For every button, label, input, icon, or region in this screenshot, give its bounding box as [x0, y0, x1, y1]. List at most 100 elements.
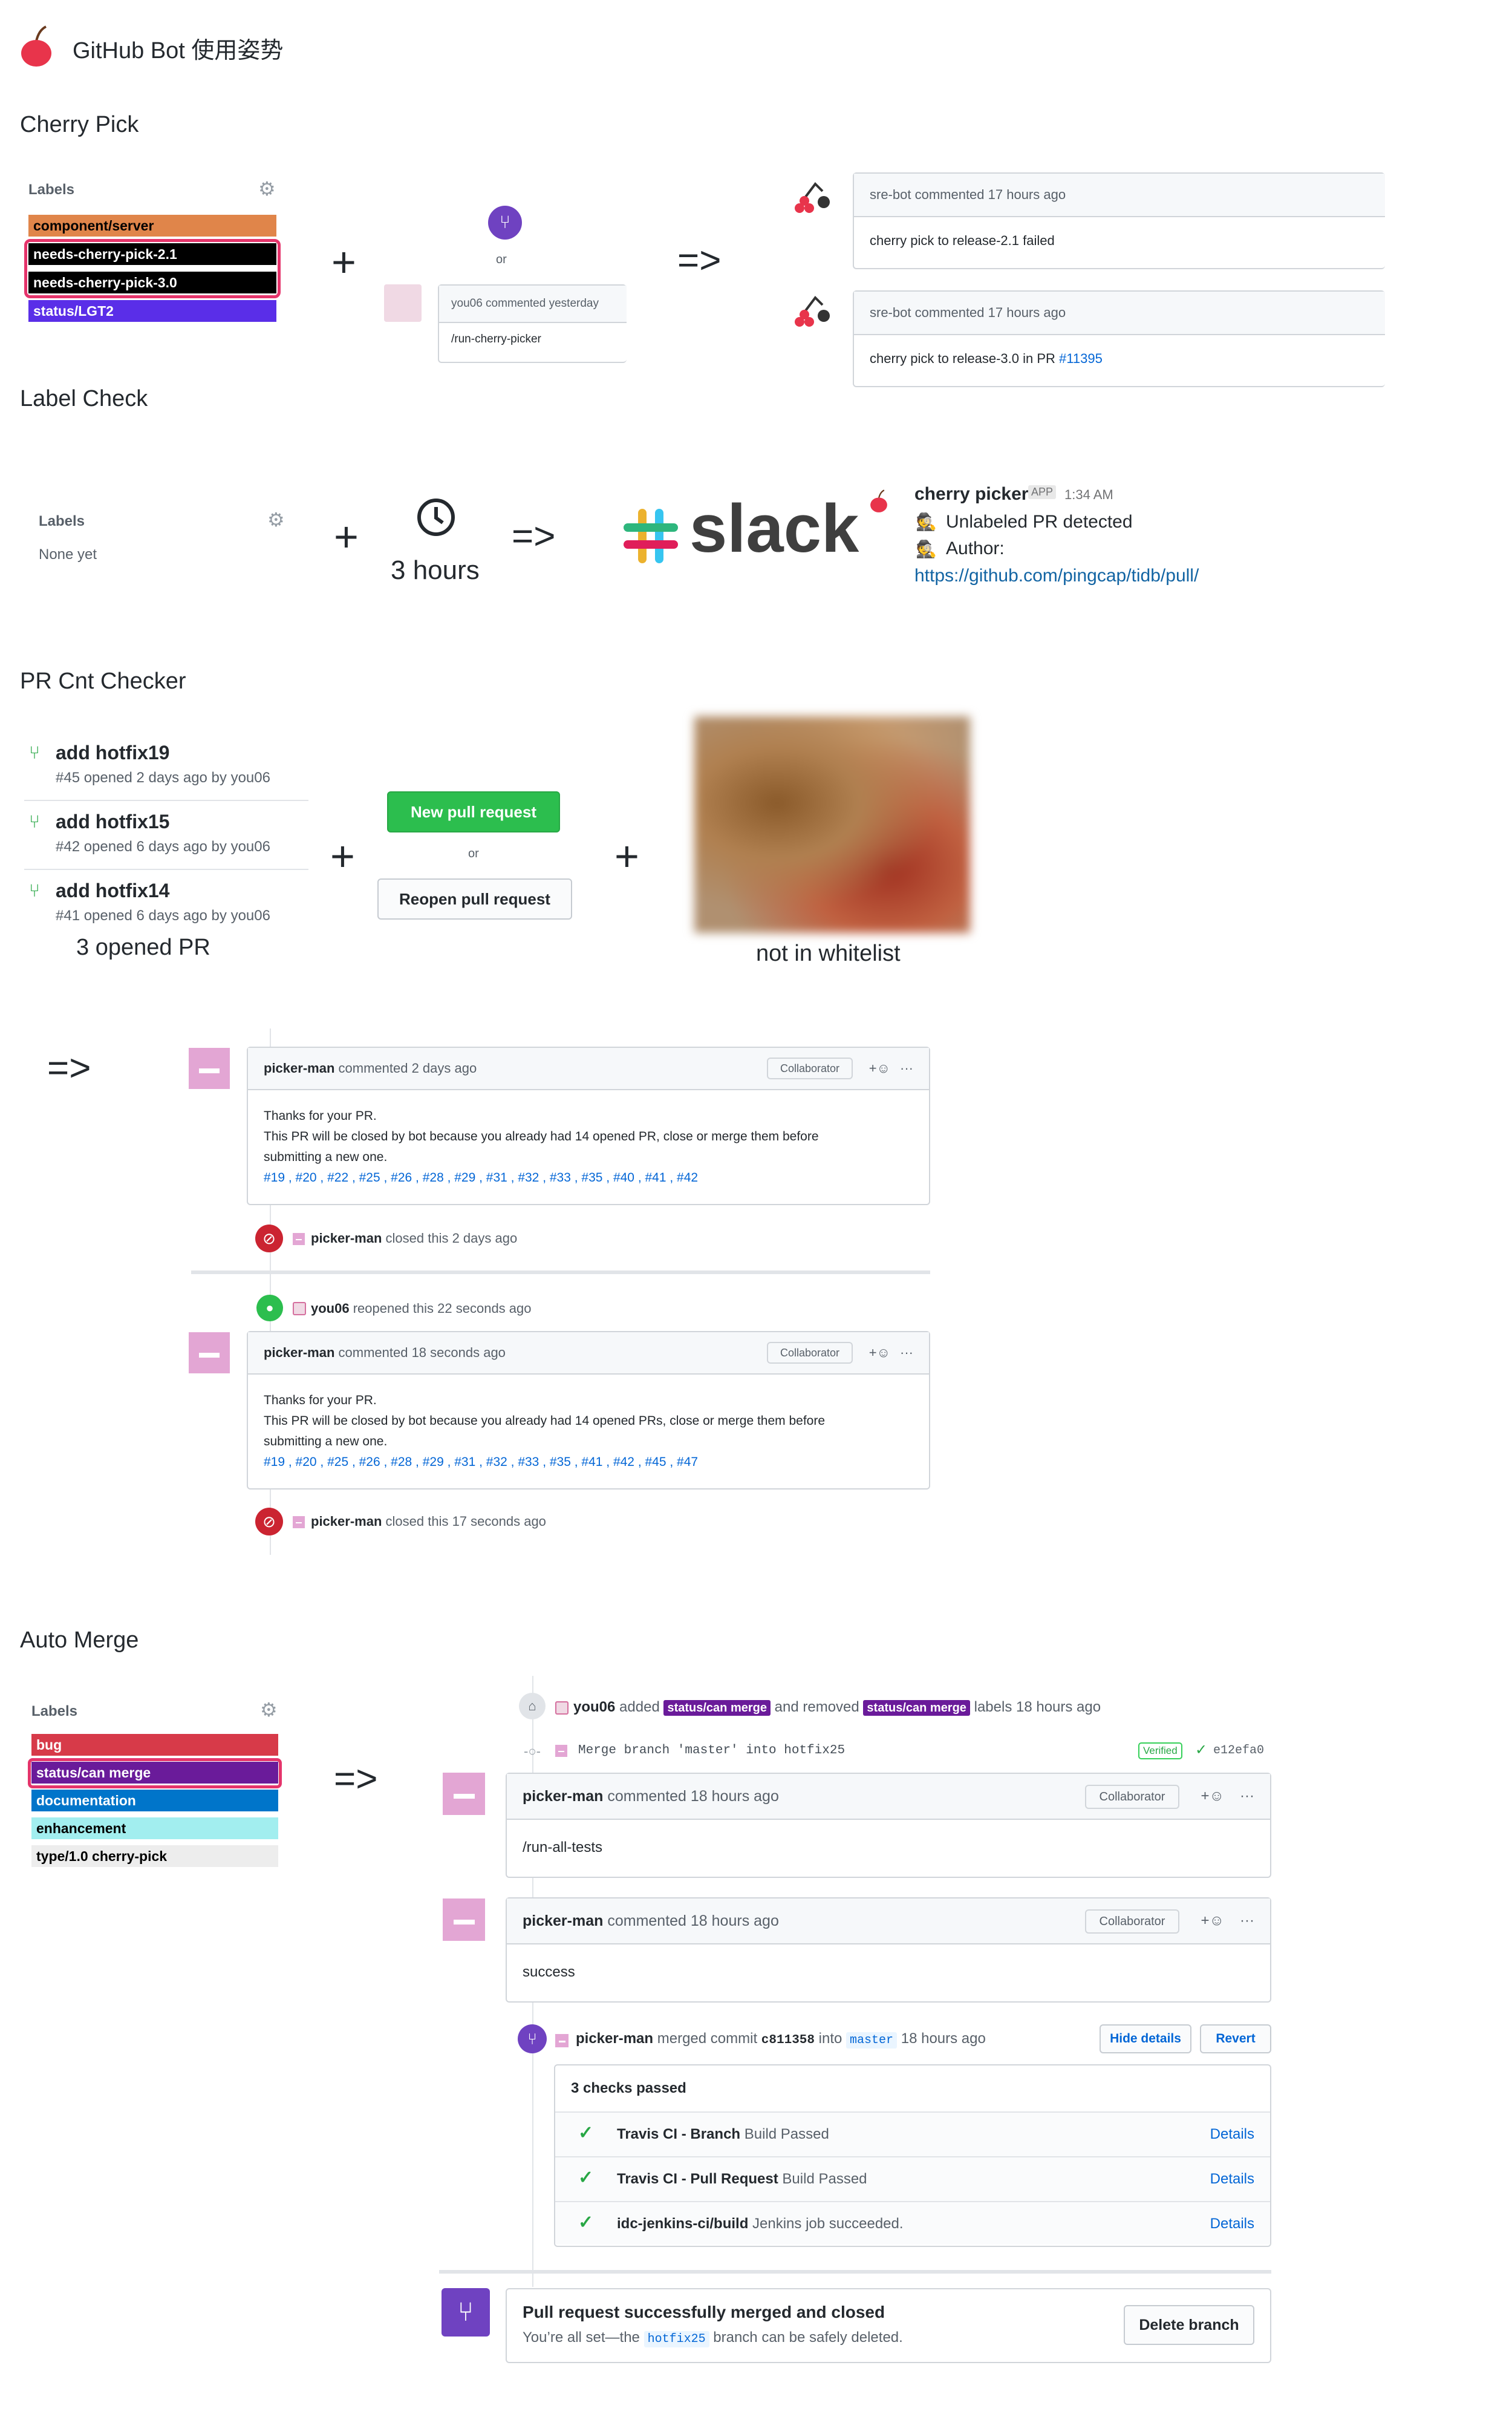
bot-comment-header: sre-bot commented 17 hours ago	[854, 292, 1385, 335]
pr-links[interactable]: #19 , #20 , #22 , #25 , #26 , #28 , #29 …	[264, 1168, 913, 1188]
reopen-pull-request-button[interactable]: Reopen pull request	[377, 878, 572, 920]
event-author[interactable]: you06	[311, 1301, 350, 1316]
comment-author[interactable]: picker-man	[523, 1912, 603, 1929]
comment-author[interactable]: picker-man	[523, 1788, 603, 1805]
branch-name[interactable]: master	[846, 2032, 898, 2049]
merge-icon: ⑂	[488, 206, 522, 240]
arrow: =>	[334, 1758, 378, 1800]
slack-time: 1:34 AM	[1064, 487, 1113, 502]
checks-panel: 3 checks passed ✓ Travis CI - Branch Bui…	[554, 2064, 1271, 2247]
event-label[interactable]: status/can merge	[663, 1700, 771, 1716]
gear-icon[interactable]: ⚙	[260, 1700, 278, 1719]
list-item[interactable]: ⑂ add hotfix15 #42 opened 6 days ago by …	[24, 801, 308, 870]
checks-title: 3 checks passed	[555, 2065, 1270, 2113]
event-text: added	[619, 1699, 660, 1715]
pr-title[interactable]: add hotfix15	[56, 811, 169, 833]
check-desc: Jenkins job succeeded.	[752, 2216, 904, 2232]
comment-line: submitting a new one.	[264, 1434, 388, 1448]
comment-header: picker-man commented 18 seconds ago Coll…	[248, 1332, 929, 1375]
new-pull-request-button[interactable]: New pull request	[387, 791, 560, 832]
comment-line: This PR will be closed by bot because yo…	[264, 1130, 819, 1143]
tag-icon: ⌂	[519, 1693, 546, 1719]
bot-comment-card: sre-bot commented 17 hours ago cherry pi…	[853, 290, 1385, 387]
labels-none: None yet	[39, 546, 97, 563]
bot-comment-card: sre-bot commented 17 hours ago cherry pi…	[853, 172, 1385, 269]
labels-title: Labels	[39, 513, 85, 529]
more-icon[interactable]: ···	[900, 1048, 913, 1089]
add-reaction-icon[interactable]: +☺	[1201, 1774, 1224, 1819]
hide-details-button[interactable]: Hide details	[1100, 2024, 1191, 2053]
gear-icon[interactable]: ⚙	[267, 510, 285, 529]
comment-header: picker-man commented 18 hours ago Collab…	[507, 1774, 1270, 1820]
plus-sign: +	[614, 832, 639, 880]
comment-card: you06 commented yesterday /run-cherry-pi…	[438, 284, 627, 363]
check-row: ✓ idc-jenkins-ci/build Jenkins job succe…	[555, 2202, 1270, 2245]
pr-title[interactable]: add hotfix19	[56, 742, 169, 764]
details-link[interactable]: Details	[1210, 2126, 1254, 2143]
more-icon[interactable]: ···	[900, 1332, 913, 1373]
list-item[interactable]: ⑂ add hotfix14 #41 opened 6 days ago by …	[24, 870, 308, 939]
check-desc: Build Passed	[782, 2171, 867, 2187]
reopened-icon: ●	[256, 1295, 283, 1321]
verified-badge: Verified	[1138, 1742, 1182, 1759]
comment-time: commented 18 seconds ago	[338, 1345, 506, 1360]
commit-sha[interactable]: e12efa0	[1213, 1744, 1264, 1758]
event-text: merged commit	[657, 2030, 758, 2047]
collaborator-badge: Collaborator	[767, 1342, 853, 1364]
check-row: ✓ Travis CI - Branch Build Passed Detail…	[555, 2113, 1270, 2157]
revert-button[interactable]: Revert	[1200, 2024, 1271, 2053]
event-author[interactable]: picker-man	[311, 1231, 382, 1246]
detective-emoji-icon: 🕵	[916, 540, 937, 558]
page-title: GitHub Bot 使用姿势	[73, 38, 284, 64]
event-author[interactable]: you06	[573, 1699, 615, 1715]
commit-sha[interactable]: c811358	[761, 2033, 815, 2047]
comment-card: picker-man commented 18 hours ago Collab…	[506, 1773, 1271, 1878]
arrow: =>	[512, 515, 556, 557]
event-author[interactable]: picker-man	[576, 2030, 653, 2047]
gear-icon[interactable]: ⚙	[258, 179, 276, 198]
commit-icon: -○-	[524, 1744, 541, 1759]
check-name: Travis CI - Branch	[617, 2126, 741, 2142]
bot-comment-header: sre-bot commented 17 hours ago	[854, 174, 1385, 217]
pr-list: ⑂ add hotfix19 #45 opened 2 days ago by …	[24, 732, 308, 939]
closed-icon: ⊘	[255, 1508, 283, 1535]
commit-message[interactable]: Merge branch 'master' into hotfix25	[578, 1744, 845, 1758]
pr-open-icon: ⑂	[29, 881, 40, 901]
list-item[interactable]: ⑂ add hotfix19 #45 opened 2 days ago by …	[24, 732, 308, 801]
avatar	[443, 1898, 485, 1941]
event-label[interactable]: status/can merge	[863, 1700, 970, 1716]
pr-link[interactable]: #11395	[1059, 351, 1103, 366]
slack-url-link[interactable]: https://github.com/pingcap/tidb/pull/	[914, 566, 1199, 586]
event-text: closed this 17 seconds ago	[385, 1514, 546, 1529]
pr-open-icon: ⑂	[29, 812, 40, 832]
collaborator-badge: Collaborator	[767, 1058, 853, 1079]
comment-time: commented 18 hours ago	[607, 1912, 779, 1929]
event-author[interactable]: picker-man	[311, 1514, 382, 1529]
slack-logo-icon	[621, 506, 681, 566]
avatar	[555, 1745, 567, 1757]
slack-line-2: Author:	[946, 538, 1005, 558]
more-icon[interactable]: ···	[1240, 1774, 1254, 1819]
or-text: or	[496, 253, 507, 266]
add-reaction-icon[interactable]: +☺	[1201, 1898, 1224, 1943]
event-time: 18 hours ago	[901, 2030, 986, 2047]
collaborator-badge: Collaborator	[1085, 1785, 1179, 1809]
section-heading-label-check: Label Check	[20, 386, 148, 411]
more-icon[interactable]: ···	[1240, 1898, 1254, 1943]
comment-body: success	[523, 1964, 575, 1980]
delete-branch-button[interactable]: Delete branch	[1124, 2305, 1254, 2345]
add-reaction-icon[interactable]: +☺	[869, 1048, 890, 1089]
comment-author[interactable]: picker-man	[264, 1061, 334, 1076]
comment-author[interactable]: picker-man	[264, 1345, 334, 1360]
merge-event: picker-man merged commit c811358 into ma…	[576, 2030, 986, 2049]
add-reaction-icon[interactable]: +☺	[869, 1332, 890, 1373]
pr-links[interactable]: #19 , #20 , #25 , #26 , #28 , #29 , #31 …	[264, 1452, 913, 1473]
labels-title: Labels	[31, 1703, 78, 1719]
check-name: Travis CI - Pull Request	[617, 2171, 778, 2187]
branch-name[interactable]: hotfix25	[644, 2331, 709, 2347]
details-link[interactable]: Details	[1210, 2216, 1254, 2232]
comment-body: /run-cherry-picker	[451, 333, 541, 345]
pr-title[interactable]: add hotfix14	[56, 880, 169, 902]
labels-title: Labels	[28, 182, 75, 198]
details-link[interactable]: Details	[1210, 2171, 1254, 2188]
